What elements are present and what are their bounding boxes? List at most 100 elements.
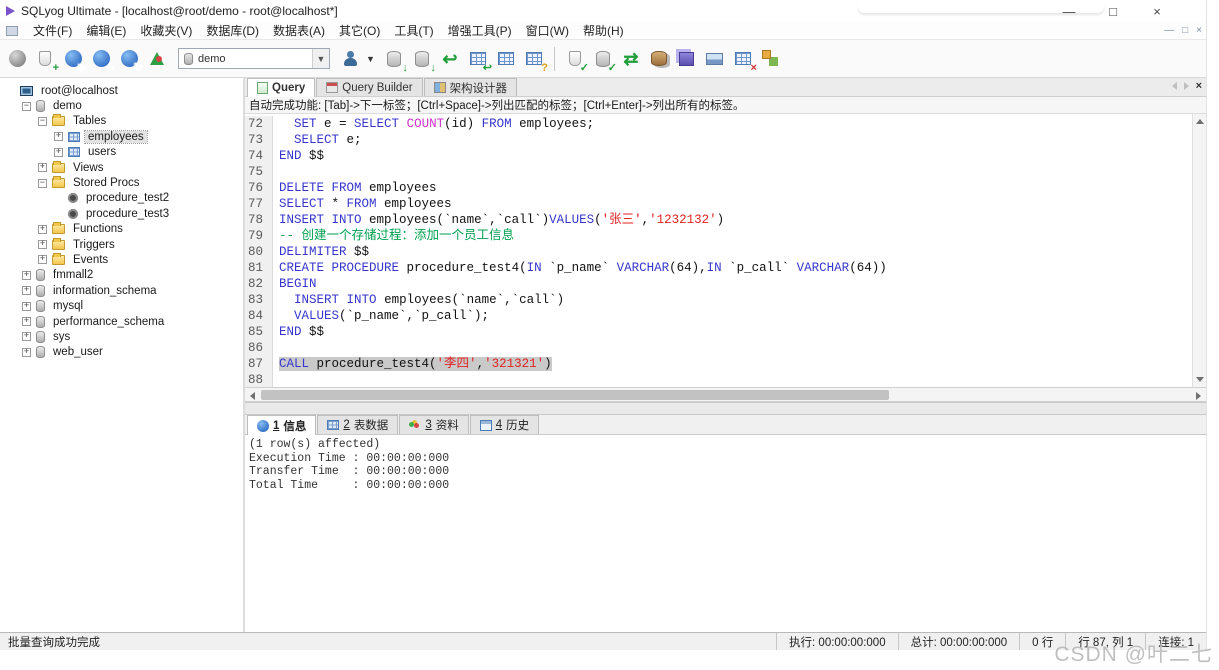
code-line[interactable]: 82 BEGIN [245,276,1192,292]
menu-数据表-a[interactable]: 数据表(A) [266,23,332,39]
result-tab-表数据[interactable]: 2 表数据 [317,415,399,434]
sql-editor[interactable]: 72 SET e = SELECT COUNT(id) FROM employe… [245,114,1206,388]
tree-expander-icon[interactable]: + [38,224,47,234]
pane-splitter[interactable] [245,402,1206,415]
tree-expander-icon[interactable]: − [38,178,47,188]
tree-item-procedure-test3[interactable]: procedure_test3 [0,206,243,221]
tree-expander-icon[interactable]: + [22,317,31,327]
code-line[interactable]: 86 [245,340,1192,356]
code-line[interactable]: 74 END $$ [245,148,1192,164]
menu-增强工具-p[interactable]: 增强工具(P) [441,23,519,39]
tree-item-functions[interactable]: + Functions [0,222,243,237]
scroll-up-icon[interactable] [1196,119,1204,124]
tree-item-web-user[interactable]: + web_user [0,345,243,360]
code-line[interactable]: 77 SELECT * FROM employees [245,196,1192,212]
tab-query-builder[interactable]: Query Builder [316,78,423,96]
tree-expander-icon[interactable]: + [54,147,63,157]
code-line[interactable]: 87 CALL procedure_test4('李四','321321') [245,356,1192,372]
menu-收藏夹-v[interactable]: 收藏夹(V) [133,23,199,39]
code-line[interactable]: 80 DELIMITER $$ [245,244,1192,260]
refresh-database-icon[interactable]: ↓ [381,46,408,73]
code-line[interactable]: 85 END $$ [245,324,1192,340]
scrollbar-thumb[interactable] [261,390,889,400]
tree-expander-icon[interactable]: + [54,132,63,142]
menu-其它-o[interactable]: 其它(O) [332,23,387,39]
menu-工具-t[interactable]: 工具(T) [387,23,440,39]
tree-item-triggers[interactable]: + Triggers [0,237,243,252]
tree-item-root-localhost[interactable]: root@localhost [0,83,243,98]
open-table-data-icon[interactable] [493,46,519,72]
scroll-left-icon[interactable] [250,392,255,400]
tree-item-performance-schema[interactable]: + performance_schema [0,314,243,329]
tab-scroll-right-icon[interactable] [1183,82,1189,90]
data-compare-icon[interactable] [646,46,672,72]
visual-data-compare-icon[interactable] [702,46,728,72]
tree-item-events[interactable]: + Events [0,252,243,267]
tree-item-users[interactable]: + users [0,145,243,160]
tree-expander-icon[interactable]: + [38,163,47,173]
code-line[interactable]: 83 INSERT INTO employees(`name`,`call`) [245,292,1192,308]
refresh-icon[interactable]: ↻ [116,46,143,73]
tree-item-demo[interactable]: − demo [0,98,243,113]
user-permissions-icon[interactable] [758,46,784,72]
tree-item-mysql[interactable]: + mysql [0,298,243,313]
editor-horizontal-scrollbar[interactable] [245,388,1206,402]
tab-query[interactable]: Query [247,78,316,97]
table-advisor-icon[interactable]: ? [521,46,548,73]
tree-expander-icon[interactable]: + [22,286,31,296]
user-manager-icon[interactable] [338,46,364,72]
tab-close-icon[interactable]: × [1196,81,1202,92]
export-resultset-icon[interactable]: ↩ [465,46,492,73]
schema-sync-icon[interactable] [674,46,700,72]
tree-item-fmmall2[interactable]: + fmmall2 [0,268,243,283]
scroll-down-icon[interactable] [1196,377,1204,382]
tree-expander-icon[interactable]: + [22,347,31,357]
tree-expander-icon[interactable]: + [22,332,31,342]
maximize-button[interactable]: □ [1104,4,1122,19]
tab-架构设计器[interactable]: 架构设计器 [423,78,518,96]
mdi-restore-button[interactable]: □ [1182,25,1188,36]
scroll-right-icon[interactable] [1196,392,1201,400]
menu-编辑-e[interactable]: 编辑(E) [79,23,133,39]
menu-文件-f[interactable]: 文件(F) [26,23,79,39]
code-line[interactable]: 76 DELETE FROM employees [245,180,1192,196]
editor-vertical-scrollbar[interactable] [1192,114,1206,387]
mdi-minimize-button[interactable]: — [1164,25,1174,36]
backup-database-icon[interactable]: ↓ [409,46,436,73]
tree-item-employees[interactable]: + employees [0,129,243,144]
code-line[interactable]: 79 -- 创建一个存储过程：添加一个员工信息 [245,228,1192,244]
result-tab-历史[interactable]: 4 历史 [469,415,540,434]
tree-expander-icon[interactable]: + [38,255,47,265]
close-button[interactable]: × [1148,4,1166,19]
tree-item-views[interactable]: + Views [0,160,243,175]
tree-expander-icon[interactable]: + [22,301,31,311]
user-dropdown-icon[interactable]: ▼ [366,54,375,64]
mdi-close-button[interactable]: × [1196,25,1202,36]
import-sql-icon[interactable]: ↩ [437,46,463,72]
tree-item-information-schema[interactable]: + information_schema [0,283,243,298]
tree-expander-icon[interactable]: + [22,270,31,280]
tree-expander-icon[interactable]: + [38,240,47,250]
code-line[interactable]: 78 INSERT INTO employees(`name`,`call`)VA… [245,212,1192,228]
database-check-icon[interactable]: ✓ [590,46,617,73]
connection-manager-icon[interactable] [4,46,30,72]
result-tab-资料[interactable]: 3 资料 [399,415,469,434]
combo-dropdown-icon[interactable]: ▼ [312,49,329,68]
tree-item-procedure-test2[interactable]: procedure_test2 [0,191,243,206]
tree-item-stored-procs[interactable]: − Stored Procs [0,175,243,190]
code-line[interactable]: 73 SELECT e; [245,132,1192,148]
code-line[interactable]: 75 [245,164,1192,180]
tree-item-tables[interactable]: − Tables [0,114,243,129]
menu-窗口-w[interactable]: 窗口(W) [519,23,576,39]
code-line[interactable]: 72 SET e = SELECT COUNT(id) FROM employe… [245,116,1192,132]
execute-all-queries-icon[interactable]: » [88,46,115,73]
data-sync-icon[interactable]: ⇄ [618,46,644,72]
format-query-icon[interactable]: ✓ [562,46,589,73]
tree-expander-icon[interactable]: − [22,101,31,111]
database-selector[interactable]: demo ▼ [178,48,330,69]
code-line[interactable]: 81 CREATE PROCEDURE procedure_test4(IN `p… [245,260,1192,276]
new-connection-icon[interactable]: + [32,46,59,73]
code-line[interactable]: 84 VALUES(`p_name`,`p_call`); [245,308,1192,324]
filter-objects-icon[interactable] [144,46,170,72]
truncate-table-icon[interactable]: × [730,46,757,73]
